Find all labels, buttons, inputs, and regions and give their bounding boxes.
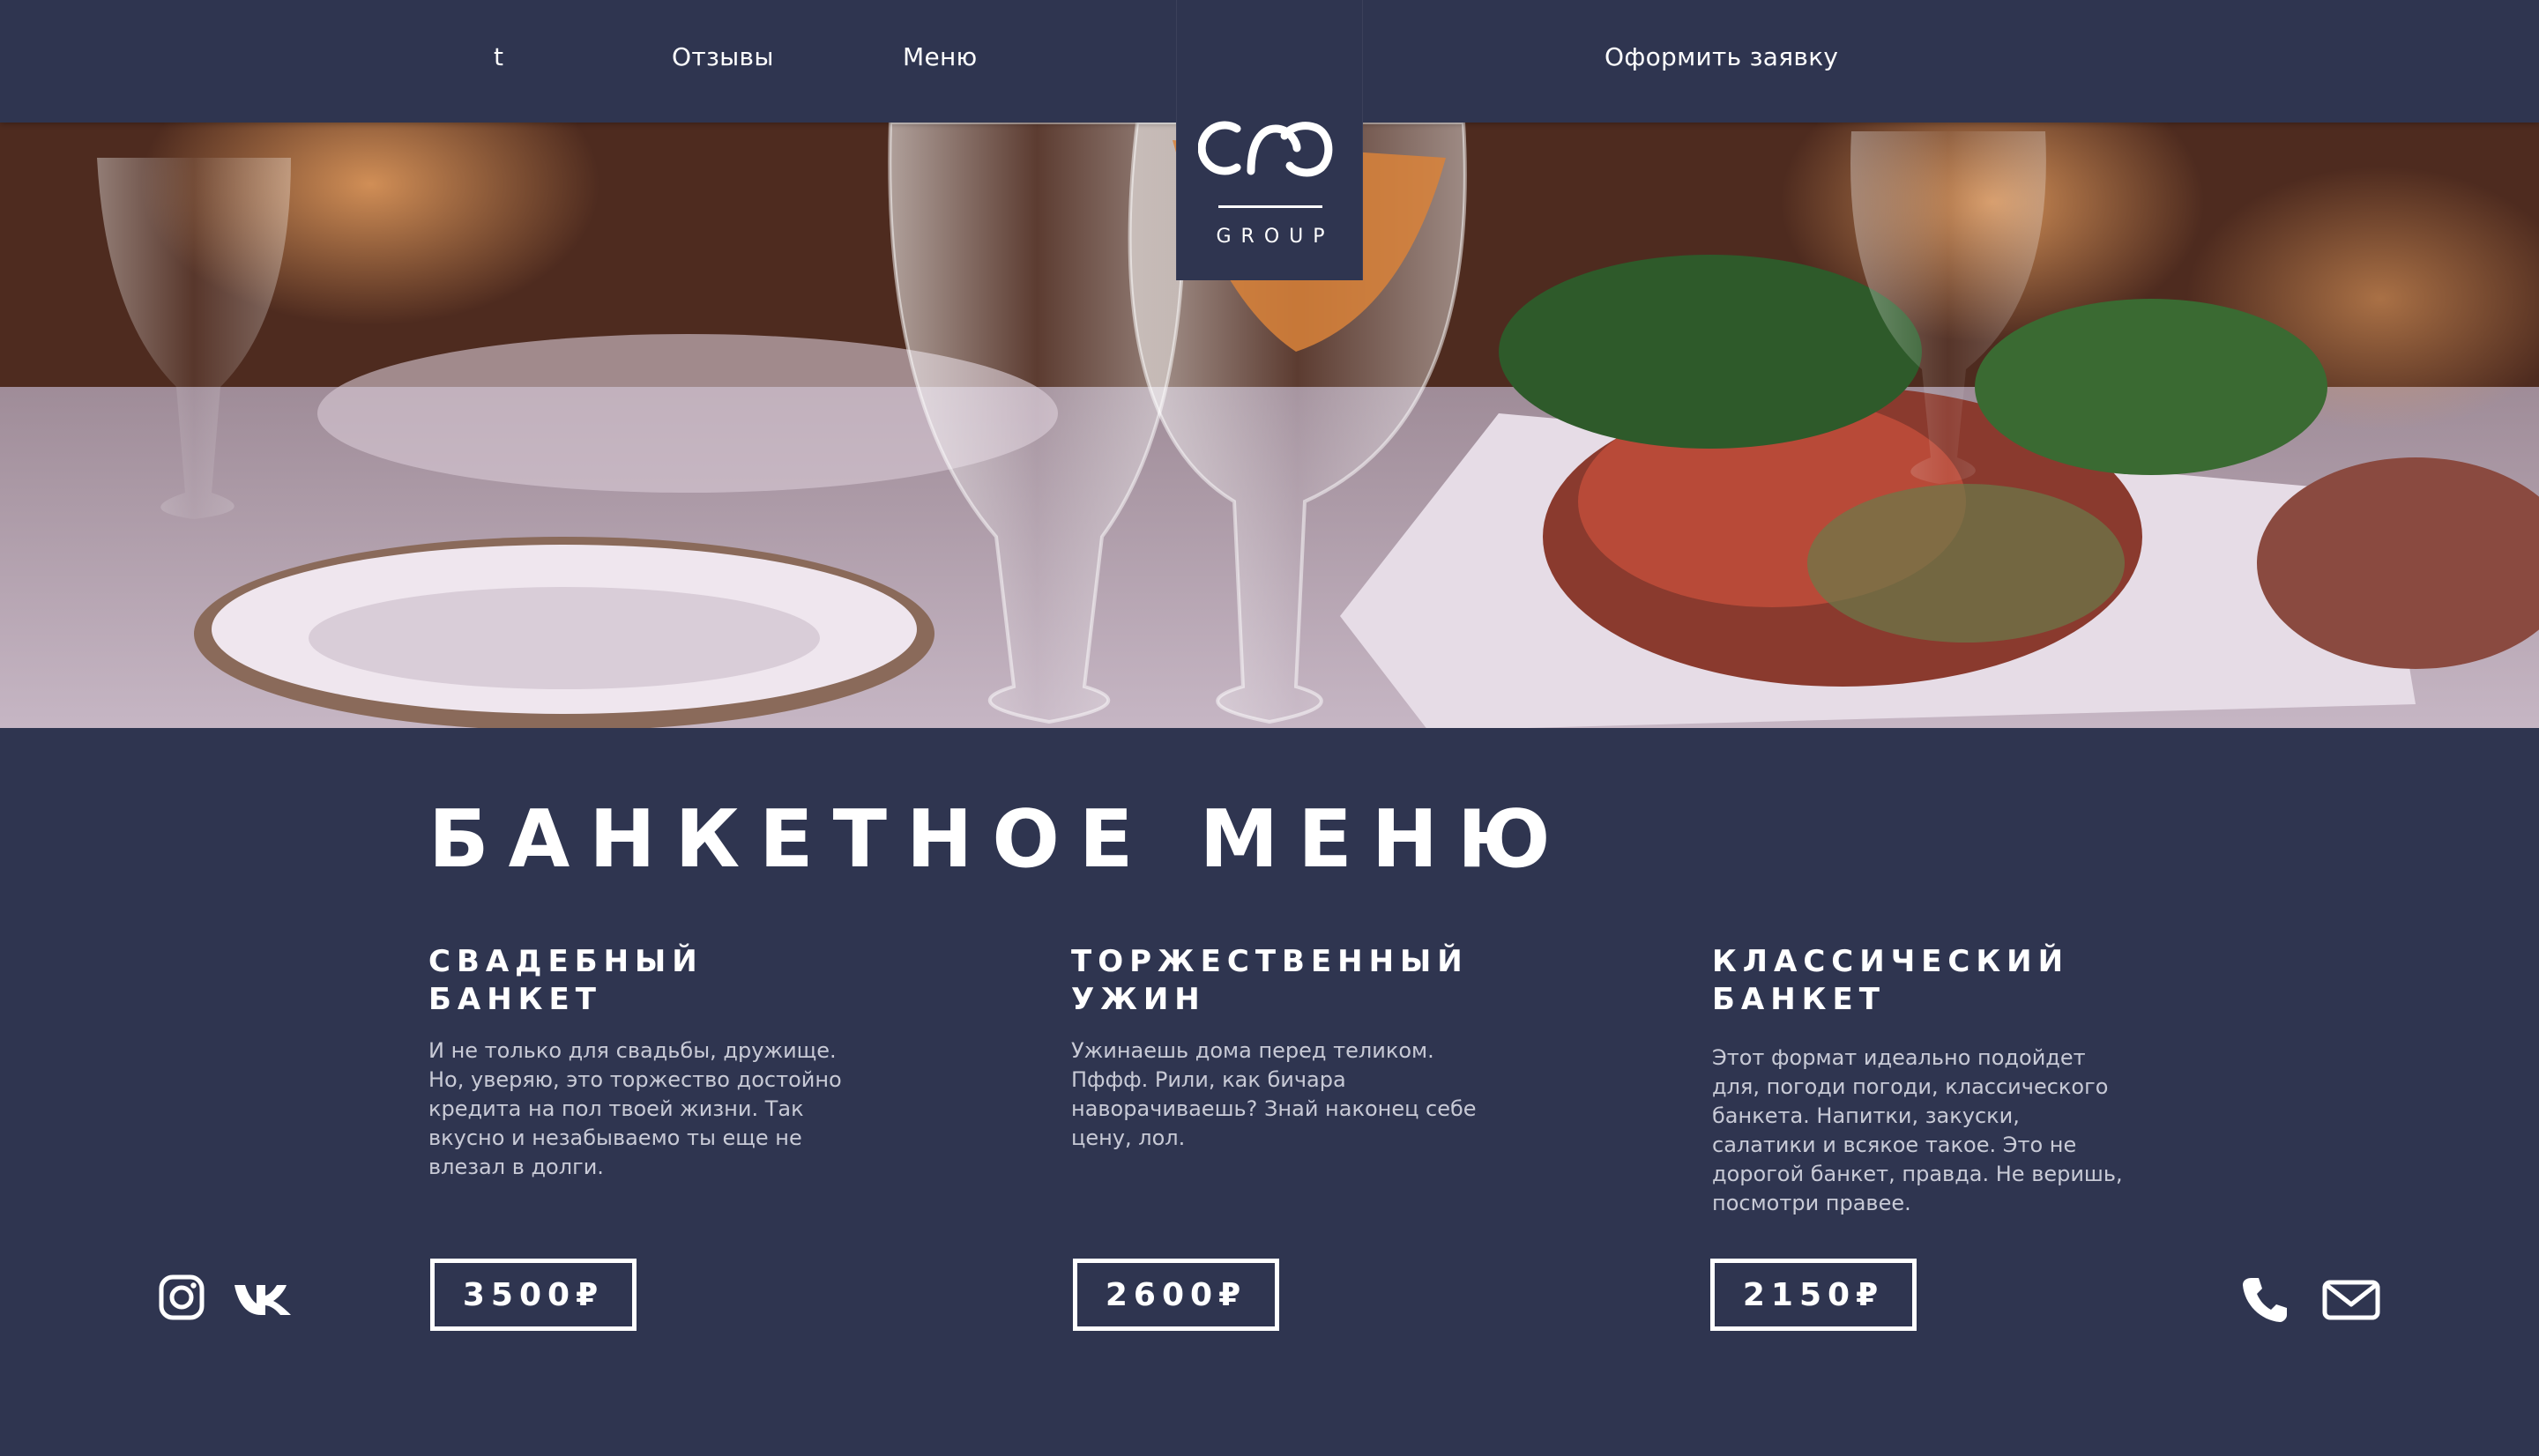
card-description: Этот формат идеально подойдет для, погод… [1712, 1045, 2123, 1215]
vk-icon[interactable] [233, 1281, 293, 1317]
card-description: И не только для свадьбы, дружище. Но, ув… [428, 1038, 842, 1179]
card-title: ТОРЖЕСТВЕННЫЙ УЖИН [1071, 943, 1530, 1019]
card-title-line: СВАДЕБНЫЙ [428, 944, 704, 979]
nav-item-menu[interactable]: Меню [903, 42, 977, 71]
card-title: СВАДЕБНЫЙ БАНКЕТ [428, 943, 887, 1019]
nav-item-reviews[interactable]: Отзывы [672, 42, 774, 71]
nav-item-t[interactable]: t [494, 42, 503, 71]
menu-card-wedding: СВАДЕБНЫЙ БАНКЕТ И не только для свадьбы… [428, 943, 887, 1182]
logo-mark-icon [1198, 121, 1333, 177]
card-title-line: УЖИН [1071, 982, 1206, 1017]
price-button-dinner[interactable]: 2600₽ [1073, 1259, 1279, 1331]
phone-icon[interactable] [2239, 1274, 2289, 1324]
card-title-line: БАНКЕТ [428, 982, 602, 1017]
card-description: Ужинаешь дома перед теликом. Пффф. Рили,… [1071, 1038, 1477, 1150]
card-title: КЛАССИЧЕСКИЙ БАНКЕТ [1712, 943, 2170, 1019]
card-title-line: КЛАССИЧЕСКИЙ [1712, 944, 2070, 979]
mail-icon[interactable] [2322, 1280, 2380, 1320]
logo[interactable]: GROUP [1176, 0, 1363, 280]
instagram-icon[interactable] [159, 1274, 205, 1320]
menu-card-dinner: ТОРЖЕСТВЕННЫЙ УЖИН Ужинаешь дома перед т… [1071, 943, 1530, 1153]
section-title: БАНКЕТНОЕ МЕНЮ [428, 793, 1570, 886]
menu-card-classic: КЛАССИЧЕСКИЙ БАНКЕТ Этот формат идеально… [1712, 943, 2170, 1218]
card-title-line: БАНКЕТ [1712, 982, 1886, 1017]
price-button-classic[interactable]: 2150₽ [1710, 1259, 1917, 1331]
logo-divider [1218, 205, 1322, 208]
price-button-wedding[interactable]: 3500₽ [430, 1259, 637, 1331]
logo-text: GROUP [1216, 226, 1335, 248]
order-request-button[interactable]: Оформить заявку [1605, 42, 1838, 71]
card-title-line: ТОРЖЕСТВЕННЫЙ [1071, 944, 1469, 979]
